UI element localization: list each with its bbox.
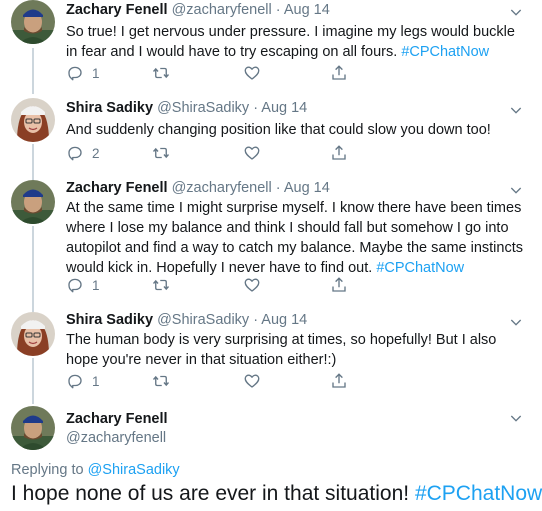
- share-button[interactable]: [330, 144, 348, 162]
- share-icon: [330, 144, 348, 162]
- reply-button[interactable]: 1: [66, 276, 100, 294]
- thread-line: [32, 48, 34, 94]
- author-handle[interactable]: @zacharyfenell: [172, 180, 272, 196]
- share-icon: [330, 372, 348, 390]
- author-handle[interactable]: @ShiraSadiky: [157, 312, 249, 328]
- retweet-icon: [152, 276, 170, 294]
- separator-dot: ·: [275, 180, 281, 196]
- main-author-name[interactable]: Zachary Fenell: [66, 411, 168, 427]
- heart-icon: [243, 64, 261, 82]
- retweet-button[interactable]: [152, 144, 170, 162]
- author-handle[interactable]: @zacharyfenell: [172, 2, 272, 18]
- tweet-actions: 1: [66, 64, 366, 84]
- author-name[interactable]: Shira Sadiky: [66, 312, 153, 328]
- tweet-text-plain: The human body is very surprising at tim…: [66, 332, 497, 368]
- main-author-handle[interactable]: @zacharyfenell: [66, 430, 166, 446]
- tweet-text: And suddenly changing position like that…: [66, 120, 528, 140]
- like-button[interactable]: [243, 372, 261, 390]
- like-button[interactable]: [243, 64, 261, 82]
- chevron-down-icon[interactable]: [508, 102, 524, 118]
- tweet-date[interactable]: Aug 14: [261, 100, 307, 116]
- tweet-date[interactable]: Aug 14: [261, 312, 307, 328]
- reply-icon: [66, 64, 84, 82]
- reply-icon: [66, 144, 84, 162]
- reply-count: 1: [92, 373, 100, 389]
- chevron-down-icon[interactable]: [508, 410, 524, 426]
- avatar-zachary-icon: [11, 180, 55, 224]
- author-name[interactable]: Shira Sadiky: [66, 100, 153, 116]
- retweet-icon: [152, 64, 170, 82]
- avatar-shira-icon: [11, 312, 55, 356]
- chevron-down-icon[interactable]: [508, 314, 524, 330]
- avatar[interactable]: [11, 98, 55, 142]
- thread-line: [32, 144, 34, 180]
- reply-icon: [66, 276, 84, 294]
- thread-line: [32, 226, 34, 312]
- chevron-down-icon[interactable]: [508, 4, 524, 20]
- chevron-down-icon[interactable]: [508, 182, 524, 198]
- tweet-actions: 2: [66, 144, 366, 164]
- retweet-button[interactable]: [152, 372, 170, 390]
- reply-count: 1: [92, 65, 100, 81]
- share-icon: [330, 276, 348, 294]
- tweet-header: Zachary Fenell @zacharyfenell · Aug 14: [66, 2, 330, 18]
- replying-to-link[interactable]: @ShiraSadiky: [88, 462, 180, 478]
- avatar-zachary-icon: [11, 0, 55, 44]
- main-tweet-text: I hope none of us are ever in that situa…: [11, 481, 542, 507]
- hashtag-link[interactable]: #CPChatNow: [401, 44, 489, 60]
- reply-count: 1: [92, 277, 100, 293]
- thread-line: [32, 358, 34, 404]
- tweet-header: Shira Sadiky @ShiraSadiky · Aug 14: [66, 100, 307, 116]
- author-handle[interactable]: @ShiraSadiky: [157, 100, 249, 116]
- reply-button[interactable]: 1: [66, 372, 100, 390]
- reply-count: 2: [92, 145, 100, 161]
- like-button[interactable]: [243, 276, 261, 294]
- tweet-text: So true! I get nervous under pressure. I…: [66, 22, 528, 62]
- avatar[interactable]: [11, 406, 55, 450]
- author-name[interactable]: Zachary Fenell: [66, 180, 168, 196]
- reply-icon: [66, 372, 84, 390]
- tweet-actions: 1: [66, 372, 366, 392]
- avatar[interactable]: [11, 312, 55, 356]
- tweet-text: The human body is very surprising at tim…: [66, 330, 528, 370]
- author-name[interactable]: Zachary Fenell: [66, 2, 168, 18]
- separator-dot: ·: [253, 100, 259, 116]
- heart-icon: [243, 372, 261, 390]
- tweet-header: Zachary Fenell @zacharyfenell · Aug 14: [66, 180, 330, 196]
- main-tweet-text-plain: I hope none of us are ever in that situa…: [11, 482, 415, 505]
- heart-icon: [243, 276, 261, 294]
- separator-dot: ·: [275, 2, 281, 18]
- heart-icon: [243, 144, 261, 162]
- share-button[interactable]: [330, 372, 348, 390]
- share-button[interactable]: [330, 276, 348, 294]
- avatar-shira-icon: [11, 98, 55, 142]
- hashtag-link[interactable]: #CPChatNow: [376, 260, 464, 276]
- replying-label: Replying to: [11, 462, 88, 478]
- tweet-header: Shira Sadiky @ShiraSadiky · Aug 14: [66, 312, 307, 328]
- avatar[interactable]: [11, 180, 55, 224]
- reply-button[interactable]: 2: [66, 144, 100, 162]
- share-button[interactable]: [330, 64, 348, 82]
- retweet-button[interactable]: [152, 276, 170, 294]
- separator-dot: ·: [253, 312, 259, 328]
- retweet-icon: [152, 372, 170, 390]
- tweet-date[interactable]: Aug 14: [284, 180, 330, 196]
- share-icon: [330, 64, 348, 82]
- tweet-text-plain: And suddenly changing position like that…: [66, 122, 491, 138]
- reply-button[interactable]: 1: [66, 64, 100, 82]
- like-button[interactable]: [243, 144, 261, 162]
- hashtag-link[interactable]: #CPChatNow: [415, 482, 542, 505]
- tweet-text: At the same time I might surprise myself…: [66, 198, 528, 278]
- retweet-button[interactable]: [152, 64, 170, 82]
- avatar[interactable]: [11, 0, 55, 44]
- avatar-zachary-icon: [11, 406, 55, 450]
- replying-to: Replying to @ShiraSadiky: [11, 462, 180, 478]
- tweet-date[interactable]: Aug 14: [284, 2, 330, 18]
- tweet-actions: 1: [66, 276, 366, 296]
- retweet-icon: [152, 144, 170, 162]
